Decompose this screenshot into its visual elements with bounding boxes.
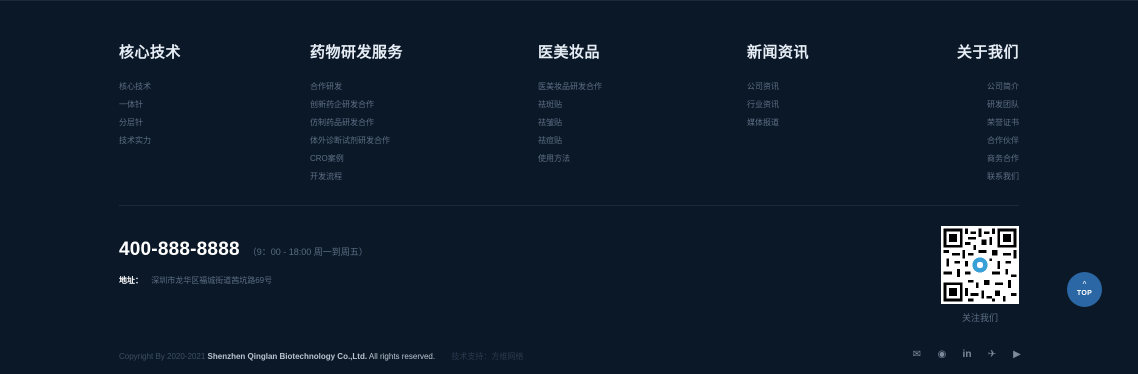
social-links: ✉ ◉ in ✈ ▶	[910, 347, 1024, 361]
footer-link[interactable]: 公司资讯	[747, 78, 809, 96]
back-to-top-button[interactable]: ^ TOP	[1067, 272, 1102, 307]
footer-link[interactable]: 祛痘贴	[538, 132, 602, 150]
footer-link[interactable]: 技术实力	[119, 132, 181, 150]
footer-column-cosmetics: 医美妆品 医美妆品研发合作 祛斑贴 祛皱贴 祛痘贴 使用方法	[538, 41, 602, 168]
contact-phone: 400-888-8888 （9：00 - 18:00 周一到周五）	[119, 239, 368, 261]
footer-link[interactable]: 使用方法	[538, 150, 602, 168]
column-title: 核心技术	[119, 44, 182, 61]
column-title: 医美妆品	[538, 44, 601, 61]
contact-address: 地址： 深圳市龙华区福城街道茜坑路69号	[119, 275, 272, 286]
column-title: 新闻资讯	[747, 44, 810, 61]
wechat-icon[interactable]: ✉	[910, 347, 924, 361]
footer-link[interactable]: 祛斑贴	[538, 96, 602, 114]
footer-link[interactable]: 合作研发	[310, 78, 403, 96]
footer-link[interactable]: 开发流程	[310, 168, 403, 186]
footer-link[interactable]: 公司简介	[950, 78, 1019, 96]
footer-link[interactable]: 体外诊断试剂研发合作	[310, 132, 403, 150]
chevron-up-icon: ^	[1082, 280, 1087, 289]
back-to-top-label: TOP	[1076, 290, 1093, 297]
column-title: 药物研发服务	[310, 44, 404, 61]
company-name: Shenzhen Qinglan Biotechnology Co.,Ltd.	[207, 352, 368, 361]
copyright-prefix: Copyright By 2020-2021	[119, 352, 206, 361]
footer-link[interactable]: 仿制药品研发合作	[310, 114, 403, 132]
rights-text: All rights reserved.	[368, 352, 436, 361]
footer-link[interactable]: 分层针	[119, 114, 181, 132]
footer-link[interactable]: 创新药企研发合作	[310, 96, 403, 114]
qr-code-icon	[941, 226, 1019, 304]
phone-number[interactable]: 400-888-8888	[119, 239, 240, 261]
footer-link[interactable]: 一体针	[119, 96, 181, 114]
youtube-icon[interactable]: ▶	[1010, 347, 1024, 361]
footer-section: 核心技术 核心技术 一体针 分层针 技术实力 药物研发服务 合作研发 创新药企研…	[0, 0, 1138, 374]
qr-caption: 关注我们	[961, 313, 998, 323]
footer-divider	[119, 205, 1019, 206]
footer-link[interactable]: 研发团队	[950, 96, 1019, 114]
footer-link[interactable]: 合作伙伴	[950, 132, 1019, 150]
address-label: 地址：	[119, 276, 143, 285]
linkedin-icon[interactable]: in	[960, 347, 974, 361]
footer-link[interactable]: 商务合作	[950, 150, 1019, 168]
qr-block: 关注我们	[941, 226, 1019, 324]
footer-link[interactable]: 核心技术	[119, 78, 181, 96]
column-title: 关于我们	[956, 44, 1019, 61]
copyright-line: Copyright By 2020-2021 Shenzhen Qinglan …	[119, 351, 523, 362]
service-hours: （9：00 - 18:00 周一到周五）	[247, 247, 368, 257]
footer-column-about: 关于我们 公司简介 研发团队 荣誉证书 合作伙伴 商务合作 联系我们	[950, 41, 1019, 186]
twitter-icon[interactable]: ✈	[985, 347, 999, 361]
tech-support[interactable]: 技术支持：方维网络	[451, 352, 523, 361]
footer-link[interactable]: CRO案例	[310, 150, 403, 168]
footer-link[interactable]: 联系我们	[950, 168, 1019, 186]
footer-link[interactable]: 荣誉证书	[950, 114, 1019, 132]
footer-column-core-tech: 核心技术 核心技术 一体针 分层针 技术实力	[119, 41, 181, 150]
footer-link[interactable]: 祛皱贴	[538, 114, 602, 132]
address-value: 深圳市龙华区福城街道茜坑路69号	[151, 276, 273, 285]
footer-link[interactable]: 行业资讯	[747, 96, 809, 114]
weibo-icon[interactable]: ◉	[935, 347, 949, 361]
footer-link[interactable]: 医美妆品研发合作	[538, 78, 602, 96]
footer-column-news: 新闻资讯 公司资讯 行业资讯 媒体报道	[747, 41, 809, 132]
footer-column-drug-rd: 药物研发服务 合作研发 创新药企研发合作 仿制药品研发合作 体外诊断试剂研发合作…	[310, 41, 403, 186]
footer-link[interactable]: 媒体报道	[747, 114, 809, 132]
